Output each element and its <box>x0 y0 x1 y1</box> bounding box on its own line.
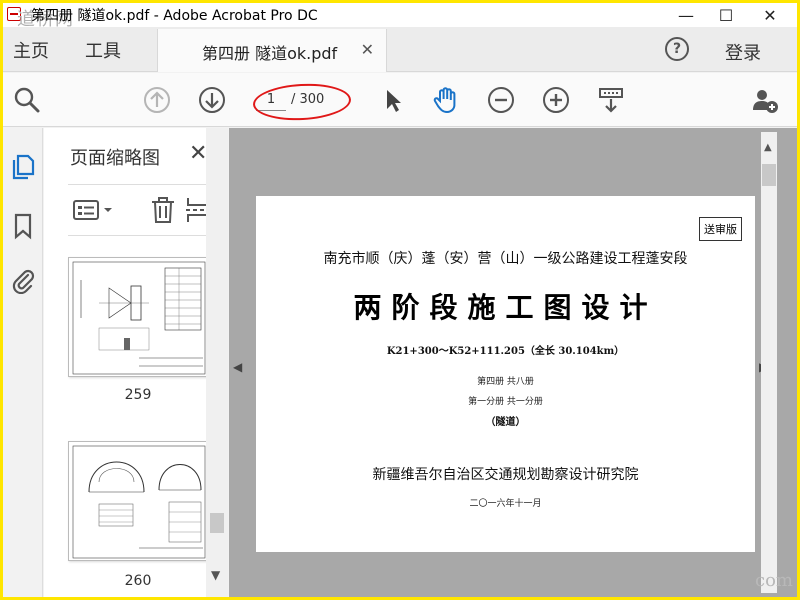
collapse-left-pane-icon[interactable]: ◀ <box>233 360 242 374</box>
document-scrollbar-thumb[interactable] <box>762 164 776 186</box>
close-tab-icon[interactable]: ✕ <box>361 40 374 59</box>
mileage-range: K21+300～K52+111.205（全长 30.104km） <box>386 346 625 357</box>
delete-icon[interactable] <box>148 195 178 225</box>
select-arrow-icon[interactable] <box>379 86 407 114</box>
pdf-page: 送审版 南充市顺（庆）蓬（安）营（山）一级公路建设工程蓬安段 两阶段施工图设计 … <box>256 196 755 552</box>
thumbnail-label: 259 <box>124 387 152 403</box>
maximize-button[interactable]: ☐ <box>703 3 749 27</box>
document-date: 二〇一六年十一月 <box>469 499 542 509</box>
document-view[interactable]: ◀ 送审版 南充市顺（庆）蓬（安）营（山）一级公路建设工程蓬安段 两阶段施工图设… <box>229 128 797 597</box>
login-button[interactable]: 登录 <box>725 39 761 65</box>
scroll-mode-icon[interactable] <box>597 86 625 114</box>
attachment-icon[interactable] <box>10 266 36 294</box>
page-thumbnails-icon[interactable] <box>10 152 36 180</box>
thumbnail-drawing <box>72 261 206 375</box>
window-title: 第四册 隧道ok.pdf - Adobe Acrobat Pro DC <box>31 8 318 24</box>
document-scrollbar[interactable]: ▲ <box>761 132 777 593</box>
page-thumbnail[interactable] <box>68 257 208 377</box>
title-bar: 道桥网 第四册 隧道ok.pdf - Adobe Acrobat Pro DC … <box>3 3 797 30</box>
volume-number: 第四册 共八册 <box>477 377 534 387</box>
page-thumbnails-pane: 页面缩略图 ✕ 259 260 ▼ <box>44 128 228 597</box>
scroll-up-icon[interactable]: ▲ <box>764 142 772 153</box>
add-user-icon[interactable] <box>751 86 779 114</box>
navigation-rail <box>3 128 43 597</box>
subvolume-number: 第一分册 共一分册 <box>468 397 543 407</box>
site-watermark-suffix: com <box>755 570 793 591</box>
design-institute: 新疆维吾尔自治区交通规划勘察设计研究院 <box>372 467 639 483</box>
home-tab[interactable]: 主页 <box>13 37 49 63</box>
tools-tab[interactable]: 工具 <box>85 37 121 63</box>
scroll-down-icon[interactable]: ▼ <box>211 568 220 582</box>
page-up-icon[interactable] <box>143 86 171 114</box>
project-title: 南充市顺（庆）蓬（安）营（山）一级公路建设工程蓬安段 <box>323 251 688 267</box>
close-window-button[interactable]: ✕ <box>747 3 793 27</box>
zoom-out-icon[interactable] <box>487 86 515 114</box>
options-menu-icon[interactable] <box>72 195 118 225</box>
menu-bar: 主页 工具 第四册 隧道ok.pdf ✕ ? 登录 <box>3 27 797 72</box>
bookmark-icon[interactable] <box>10 212 36 240</box>
help-icon[interactable]: ? <box>665 37 689 61</box>
thumbnail-scrollbar[interactable]: ▼ <box>206 128 228 597</box>
section-name: （隧道） <box>485 417 526 428</box>
main-title: 两阶段施工图设计 <box>353 291 658 324</box>
acrobat-window: 道桥网 第四册 隧道ok.pdf - Adobe Acrobat Pro DC … <box>3 3 797 597</box>
red-annotation-oval <box>252 81 352 123</box>
pane-toolbar <box>68 184 218 236</box>
toolbar: / 300 <box>3 73 797 127</box>
thumbnail-drawing <box>72 445 206 559</box>
thumbnail-scrollbar-thumb[interactable] <box>210 513 224 533</box>
page-thumbnail[interactable] <box>68 441 208 561</box>
document-tab[interactable]: 第四册 隧道ok.pdf ✕ <box>157 29 387 72</box>
thumbnail-label: 260 <box>124 573 152 589</box>
review-version-badge: 送审版 <box>699 217 742 241</box>
search-icon[interactable] <box>13 86 41 114</box>
close-pane-icon[interactable]: ✕ <box>189 141 207 166</box>
document-tab-label: 第四册 隧道ok.pdf <box>202 44 338 63</box>
pane-title: 页面缩略图 <box>70 148 160 169</box>
hand-icon[interactable] <box>431 86 459 114</box>
zoom-in-icon[interactable] <box>542 86 570 114</box>
page-down-icon[interactable] <box>198 86 226 114</box>
